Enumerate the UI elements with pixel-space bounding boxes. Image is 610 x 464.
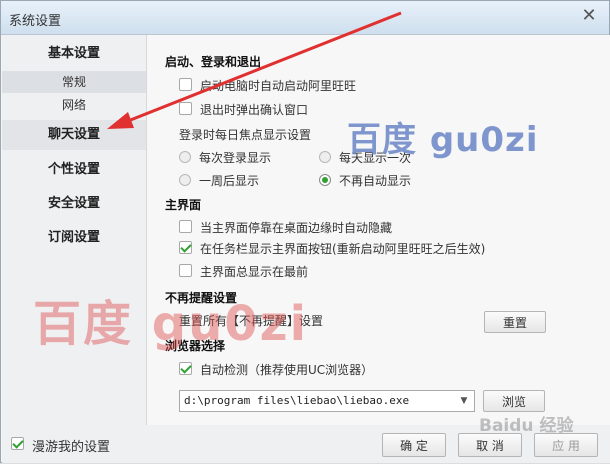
sidebar-item-basic[interactable]: 基本设置: [2, 39, 146, 69]
focus-setting-label: 登录时每日焦点显示设置: [179, 128, 312, 142]
sidebar-item-subscribe[interactable]: 订阅设置: [2, 223, 146, 253]
chevron-down-icon[interactable]: ▼: [457, 394, 471, 408]
radio-never[interactable]: 不再自动显示: [319, 172, 439, 190]
checkbox-box-checked[interactable]: [11, 437, 24, 450]
browse-button[interactable]: 浏览: [483, 390, 545, 412]
apply-button[interactable]: 应 用: [534, 433, 598, 457]
sidebar-subitem-general[interactable]: 常规: [2, 71, 146, 93]
close-icon[interactable]: ✕: [579, 6, 599, 26]
taskbar-checkbox[interactable]: 在任务栏显示主界面按钮(重新启动阿里旺旺之后生效): [179, 240, 519, 258]
always-top-checkbox[interactable]: 主界面总显示在最前: [179, 263, 379, 281]
radio-circle[interactable]: [179, 151, 191, 163]
radio-circle-selected[interactable]: [319, 174, 331, 186]
sidebar-item-chat[interactable]: 聊天设置: [2, 120, 146, 150]
section-title-startup: 启动、登录和退出: [165, 55, 262, 69]
cancel-button[interactable]: 取 消: [458, 433, 522, 457]
sidebar-subitem-network[interactable]: 网络: [2, 94, 146, 116]
sidebar-item-security[interactable]: 安全设置: [2, 189, 146, 219]
radio-label: 每次登录显示: [199, 151, 272, 165]
auto-detect-checkbox[interactable]: 自动检测（推荐使用UC浏览器）: [179, 361, 419, 379]
radio-week[interactable]: 一周后显示: [179, 172, 299, 190]
roam-settings-checkbox[interactable]: 漫游我的设置: [11, 436, 131, 455]
watermark-red: 百度 gu0zi: [33, 296, 309, 352]
browser-path-input[interactable]: d:\program files\liebao\liebao.exe: [179, 390, 475, 412]
radio-circle[interactable]: [179, 174, 191, 186]
window-title: 系统设置: [9, 14, 62, 29]
watermark-corner: Baidu 经验: [479, 416, 574, 436]
radio-circle[interactable]: [319, 151, 331, 163]
auto-start-checkbox[interactable]: 启动电脑时自动启动阿里旺旺: [179, 77, 479, 95]
checkbox-label: 主界面总显示在最前: [200, 265, 309, 279]
title-bar[interactable]: 系统设置 ✕: [1, 1, 609, 35]
settings-content: 启动、登录和退出 启动电脑时自动启动阿里旺旺 退出时弹出确认窗口 登录时每日焦点…: [147, 35, 610, 425]
checkbox-label: 当主界面停靠在桌面边缘时自动隐藏: [200, 221, 393, 235]
checkbox-box[interactable]: [179, 78, 192, 91]
settings-window: 系统设置 ✕ 基本设置 常规 网络 聊天设置 个性设置 安全设置 订阅设置 启动…: [0, 0, 610, 463]
checkbox-label: 启动电脑时自动启动阿里旺旺: [200, 79, 357, 93]
checkbox-label: 退出时弹出确认窗口: [200, 103, 309, 117]
sidebar: 基本设置 常规 网络 聊天设置 个性设置 安全设置 订阅设置: [2, 35, 147, 425]
auto-hide-checkbox[interactable]: 当主界面停靠在桌面边缘时自动隐藏: [179, 219, 499, 237]
checkbox-box[interactable]: [179, 102, 192, 115]
checkbox-label: 漫游我的设置: [32, 440, 111, 455]
watermark-blue: 百度 gu0zi: [347, 120, 539, 160]
reset-button[interactable]: 重置: [484, 311, 546, 333]
checkbox-box-checked[interactable]: [179, 362, 192, 375]
checkbox-box[interactable]: [179, 264, 192, 277]
radio-label: 一周后显示: [199, 174, 260, 188]
ok-button[interactable]: 确 定: [382, 433, 446, 457]
checkbox-label: 在任务栏显示主界面按钮(重新启动阿里旺旺之后生效): [200, 242, 486, 256]
checkbox-box[interactable]: [179, 220, 192, 233]
radio-label: 不再自动显示: [339, 174, 412, 188]
checkbox-box-checked[interactable]: [179, 241, 192, 254]
radio-each-login[interactable]: 每次登录显示: [179, 149, 299, 167]
section-title-main-panel: 主界面: [165, 198, 202, 212]
checkbox-label: 自动检测（推荐使用UC浏览器）: [200, 363, 374, 377]
sidebar-item-personal[interactable]: 个性设置: [2, 155, 146, 185]
